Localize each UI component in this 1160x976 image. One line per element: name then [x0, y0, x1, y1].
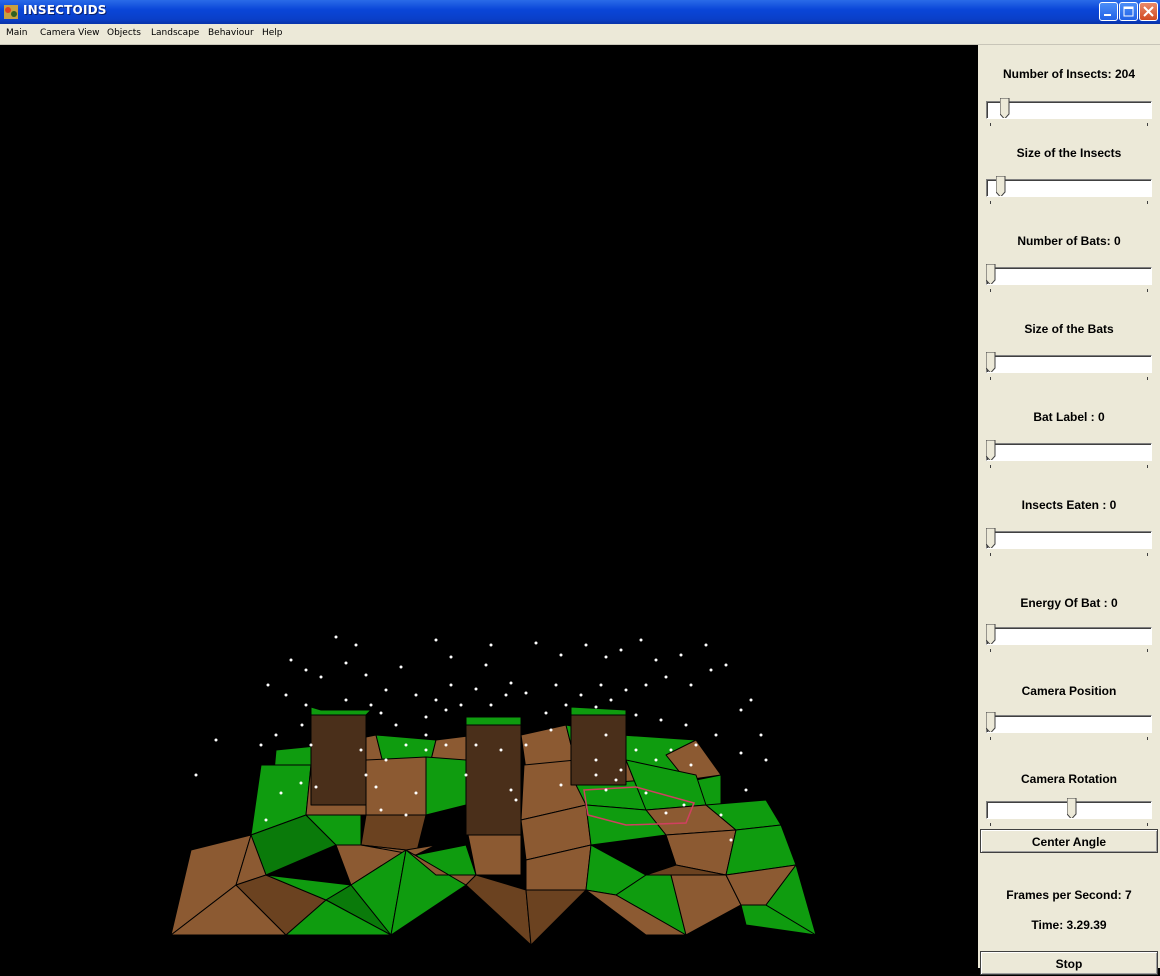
slider-tick-min — [990, 823, 991, 826]
close-icon — [1143, 6, 1154, 17]
slider-thumb[interactable] — [986, 528, 996, 548]
menu-behaviour[interactable]: Behaviour — [208, 28, 254, 38]
slider-thumb[interactable] — [986, 440, 996, 460]
slider-track — [986, 179, 1152, 197]
camera-rotation-slider[interactable] — [986, 797, 1152, 826]
slider-tick-max — [1147, 823, 1148, 826]
slider-tick-max — [1147, 289, 1148, 292]
landscape-scene — [170, 635, 817, 946]
slider-thumb[interactable] — [996, 176, 1006, 196]
slider-thumb[interactable] — [986, 352, 996, 372]
slider-tick-min — [990, 289, 991, 292]
slider-track — [986, 355, 1152, 373]
bat-label-slider[interactable] — [986, 439, 1152, 468]
insects-count-slider[interactable] — [986, 97, 1152, 126]
slider-tick-max — [1147, 377, 1148, 380]
slider-tick-min — [990, 737, 991, 740]
slider-tick-max — [1147, 649, 1148, 652]
slider-thumb[interactable] — [986, 712, 996, 732]
slider-thumb[interactable] — [1000, 98, 1010, 118]
slider-tick-min — [990, 123, 991, 126]
camera-position-slider[interactable] — [986, 711, 1152, 740]
minimize-icon — [1104, 14, 1111, 16]
center-angle-button[interactable]: Center Angle — [980, 829, 1158, 853]
menu-help[interactable]: Help — [262, 28, 283, 38]
menu-landscape[interactable]: Landscape — [151, 28, 199, 38]
bats-count-slider[interactable] — [986, 263, 1152, 292]
insect-size-label: Size of the Insects — [1016, 146, 1122, 160]
insects-count-label: Number of Insects: 204 — [1002, 67, 1136, 81]
camera-position-label: Camera Position — [1021, 684, 1117, 698]
slider-track — [986, 715, 1152, 733]
slider-track — [986, 101, 1152, 119]
maximize-icon — [1123, 6, 1134, 17]
slider-thumb[interactable] — [1067, 798, 1077, 818]
bat-size-slider[interactable] — [986, 351, 1152, 380]
slider-track — [986, 443, 1152, 461]
control-panel: Number of Insects: 204 Size of the Insec… — [978, 45, 1160, 975]
camera-rotation-label: Camera Rotation — [1020, 772, 1118, 786]
slider-tick-max — [1147, 201, 1148, 204]
menu-camera-view[interactable]: Camera View — [40, 28, 100, 38]
slider-thumb[interactable] — [986, 624, 996, 644]
menu-bar: Main Camera View Objects Landscape Behav… — [0, 24, 1160, 45]
maximize-button[interactable] — [1119, 2, 1138, 21]
slider-tick-max — [1147, 553, 1148, 556]
app-icon — [4, 5, 18, 19]
title-bar[interactable]: INSECTOIDS — [0, 0, 1160, 24]
bat-label-label: Bat Label : 0 — [1033, 410, 1105, 424]
fps-readout: Frames per Second: 7 — [1006, 888, 1132, 902]
slider-tick-max — [1147, 123, 1148, 126]
slider-tick-min — [990, 649, 991, 652]
slider-tick-min — [990, 553, 991, 556]
insect-size-slider[interactable] — [986, 175, 1152, 204]
insects-eaten-slider[interactable] — [986, 527, 1152, 556]
slider-track — [986, 531, 1152, 549]
slider-track — [986, 267, 1152, 285]
time-readout: Time: 3.29.39 — [1031, 918, 1107, 932]
menu-objects[interactable]: Objects — [107, 28, 141, 38]
close-button[interactable] — [1139, 2, 1158, 21]
slider-tick-min — [990, 201, 991, 204]
bat-energy-label: Energy Of Bat : 0 — [1020, 596, 1118, 610]
menu-main[interactable]: Main — [6, 28, 28, 38]
window-title: INSECTOIDS — [23, 3, 107, 17]
slider-tick-max — [1147, 737, 1148, 740]
slider-tick-min — [990, 377, 991, 380]
slider-tick-min — [990, 465, 991, 468]
slider-track — [986, 627, 1152, 645]
minimize-button[interactable] — [1099, 2, 1118, 21]
insects-eaten-label: Insects Eaten : 0 — [1021, 498, 1117, 512]
bat-energy-slider[interactable] — [986, 623, 1152, 652]
bat-size-label: Size of the Bats — [1024, 322, 1114, 336]
3d-viewport[interactable] — [6, 45, 978, 968]
bats-count-label: Number of Bats: 0 — [1017, 234, 1121, 248]
slider-thumb[interactable] — [986, 264, 996, 284]
slider-tick-max — [1147, 465, 1148, 468]
stop-button[interactable]: Stop — [980, 951, 1158, 975]
